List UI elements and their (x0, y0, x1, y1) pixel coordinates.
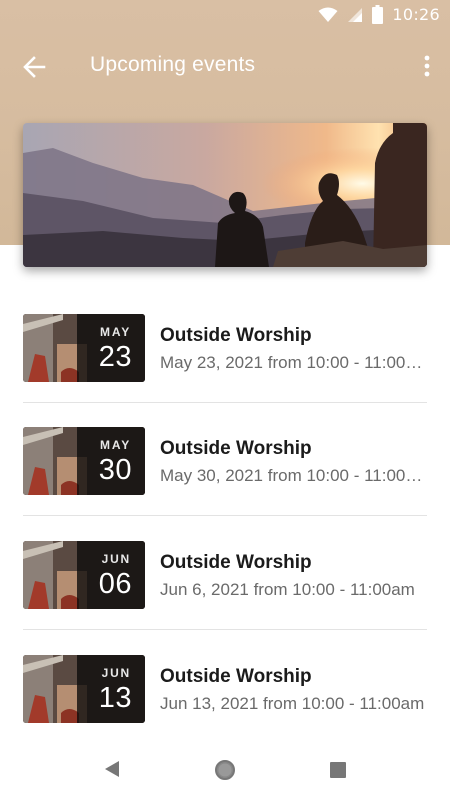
signal-icon (348, 7, 363, 22)
event-date-badge: JUN 13 (77, 655, 145, 723)
event-month: MAY (100, 325, 131, 339)
event-month: JUN (101, 666, 131, 680)
triangle-back-icon (105, 761, 119, 777)
event-date-badge: JUN 06 (77, 541, 145, 609)
circle-home-icon (215, 760, 235, 780)
back-button[interactable] (20, 52, 50, 82)
event-title: Outside Worship (160, 438, 312, 459)
page-title: Upcoming events (90, 53, 256, 76)
event-datetime: May 23, 2021 from 10:00 - 11:00am (160, 353, 426, 372)
nav-back-button[interactable] (103, 760, 121, 783)
event-day: 23 (98, 341, 132, 373)
event-datetime: Jun 6, 2021 from 10:00 - 11:00am (160, 580, 415, 599)
battery-icon (372, 5, 384, 24)
event-day: 06 (98, 568, 132, 600)
app-bar: Upcoming events (0, 38, 450, 94)
nav-home-button[interactable] (214, 759, 236, 786)
nav-recents-button[interactable] (330, 762, 346, 783)
event-day: 13 (98, 682, 132, 714)
event-thumbnail: JUN 06 (23, 541, 145, 609)
event-month: JUN (101, 552, 131, 566)
wifi-icon (318, 7, 338, 22)
square-recents-icon (330, 762, 346, 778)
list-item[interactable]: MAY 30 Outside Worship May 30, 2021 from… (0, 403, 450, 516)
list-item[interactable]: MAY 23 Outside Worship May 23, 2021 from… (0, 290, 450, 403)
more-vertical-icon (424, 55, 430, 77)
event-thumbnail: JUN 13 (23, 655, 145, 723)
event-date-badge: MAY 30 (77, 427, 145, 495)
event-title: Outside Worship (160, 666, 312, 687)
overflow-menu-button[interactable] (418, 50, 436, 82)
hero-image (23, 123, 427, 267)
sunset-mountain-photo (23, 123, 427, 267)
status-bar: 10:26 (0, 0, 450, 32)
arrow-left-icon (23, 56, 46, 78)
event-title: Outside Worship (160, 552, 312, 573)
event-date-badge: MAY 23 (77, 314, 145, 382)
event-datetime: Jun 13, 2021 from 10:00 - 11:00am (160, 694, 425, 713)
event-thumbnail: MAY 23 (23, 314, 145, 382)
event-title: Outside Worship (160, 325, 312, 346)
list-item[interactable]: JUN 06 Outside Worship Jun 6, 2021 from … (0, 517, 450, 630)
system-nav-bar (0, 740, 450, 800)
event-datetime: May 30, 2021 from 10:00 - 11:00am (160, 466, 426, 485)
list-item[interactable]: JUN 13 Outside Worship Jun 13, 2021 from… (0, 631, 450, 744)
status-time: 10:26 (392, 5, 440, 24)
divider (23, 629, 427, 630)
divider (23, 515, 427, 516)
event-thumbnail: MAY 30 (23, 427, 145, 495)
event-day: 30 (98, 454, 132, 486)
event-month: MAY (100, 438, 131, 452)
